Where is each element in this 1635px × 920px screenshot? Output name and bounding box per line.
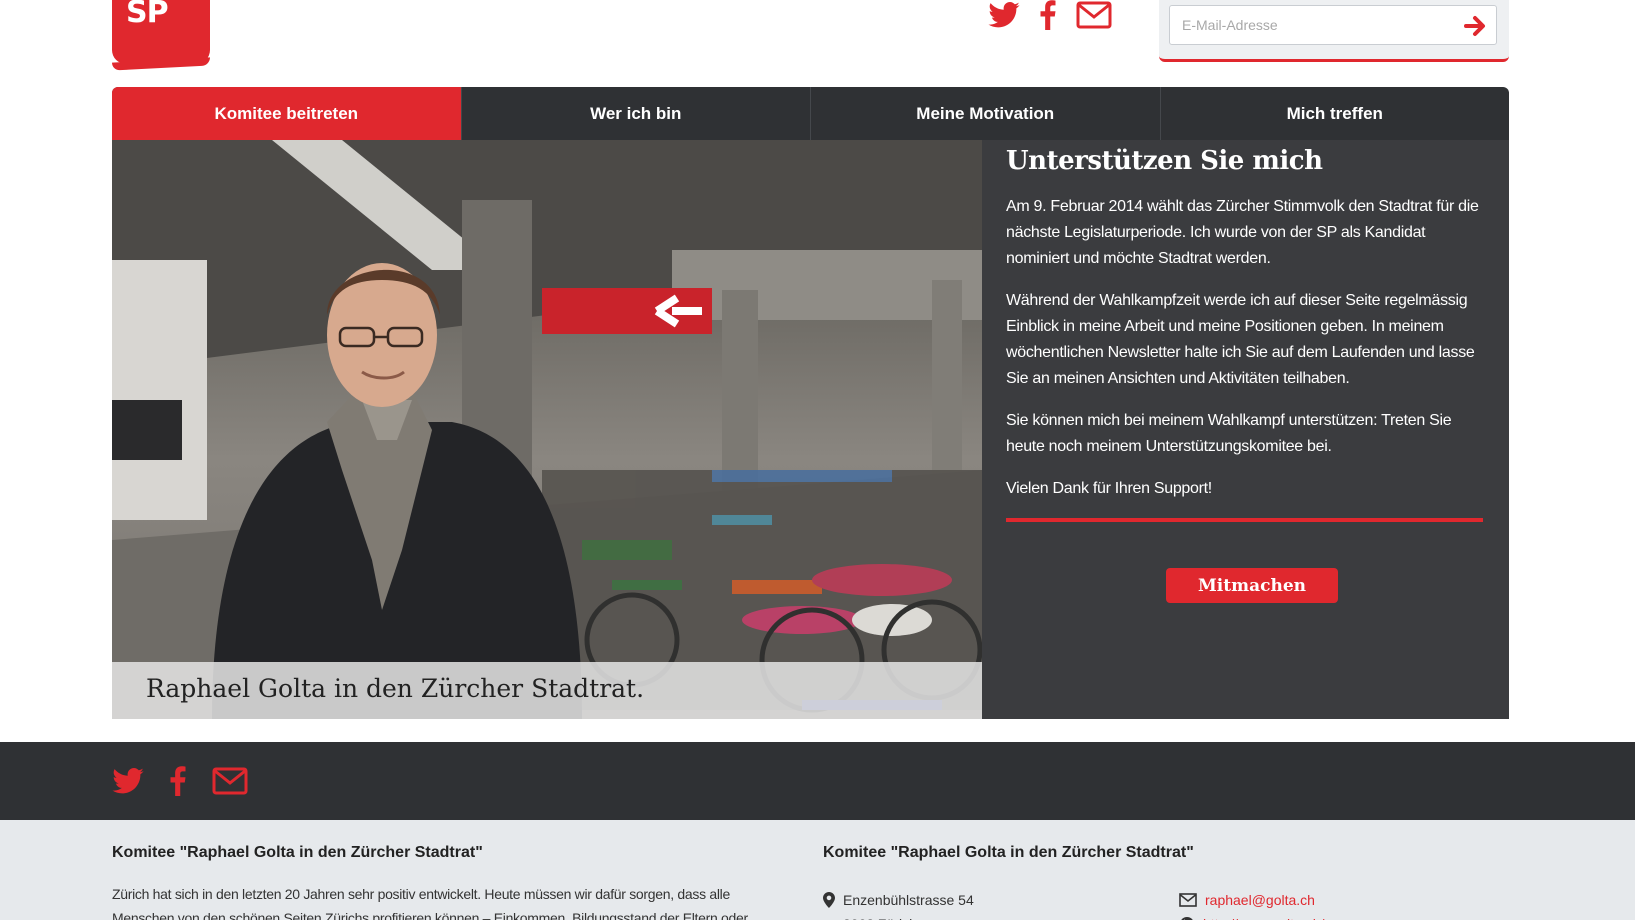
footer-about-title: Komitee "Raphael Golta in den Zürcher St… <box>112 844 483 861</box>
newsletter-email-input[interactable] <box>1170 6 1460 44</box>
contact-block: raphael@golta.ch http://www.golta.ch/ <box>1179 888 1324 920</box>
panel-paragraph-3: Sie können mich bei meinem Wahlkampf unt… <box>1006 412 1452 455</box>
panel-paragraph-1: Am 9. Februar 2014 wählt das Zürcher Sti… <box>1006 198 1479 267</box>
address-city-row: 8008 Zürich <box>823 912 974 920</box>
panel-paragraph-4: Vielen Dank für Ihren Support! <box>1006 480 1212 497</box>
footer-about-column: Komitee "Raphael Golta in den Zürcher St… <box>112 844 792 920</box>
footer-about-text: Zürich hat sich in den letzten 20 Jahren… <box>112 886 748 920</box>
nav-item-wer-ich-bin[interactable]: Wer ich bin <box>460 87 811 140</box>
arrow-right-icon[interactable] <box>1462 13 1488 39</box>
candidate-photo: Raphael Golta in den Zürcher Stadtrat. <box>112 140 982 719</box>
header-social-links <box>988 0 1112 30</box>
support-panel: Unterstützen Sie mich Am 9. Februar 2014… <box>982 140 1509 719</box>
nav-item-treffen[interactable]: Mich treffen <box>1159 87 1510 140</box>
panel-divider <box>1006 518 1483 522</box>
contact-email-link[interactable]: raphael@golta.ch <box>1205 888 1315 912</box>
footer-social-bar <box>0 742 1635 820</box>
envelope-icon <box>1179 893 1197 907</box>
logo-text: SP <box>126 0 169 30</box>
footer-social-links <box>112 766 248 796</box>
globe-icon <box>1179 916 1195 920</box>
panel-title: Unterstützen Sie mich <box>1006 146 1323 176</box>
facebook-icon[interactable] <box>1040 0 1056 30</box>
contact-web-row: http://www.golta.ch/ <box>1179 912 1324 920</box>
panel-paragraph-2: Während der Wahlkampfzeit werde ich auf … <box>1006 292 1475 387</box>
newsletter-field-wrapper <box>1169 5 1497 45</box>
map-pin-icon <box>823 892 835 908</box>
address-street: Enzenbühlstrasse 54 <box>843 892 974 908</box>
mail-icon[interactable] <box>212 767 248 795</box>
hero-caption: Raphael Golta in den Zürcher Stadtrat. <box>146 674 645 703</box>
newsletter-signup <box>1159 0 1509 62</box>
mail-icon[interactable] <box>1076 1 1112 29</box>
hero-section: Raphael Golta in den Zürcher Stadtrat. U… <box>112 140 1509 719</box>
nav-item-komitee[interactable]: Komitee beitreten <box>112 87 461 140</box>
mitmachen-button[interactable]: Mitmachen <box>1166 568 1338 603</box>
sp-logo[interactable]: SP <box>112 0 210 64</box>
address-street-row: Enzenbühlstrasse 54 <box>823 888 974 912</box>
contact-web-link[interactable]: http://www.golta.ch/ <box>1203 912 1324 920</box>
footer-contact-title: Komitee "Raphael Golta in den Zürcher St… <box>823 844 1194 861</box>
photo-caption-bar: Raphael Golta in den Zürcher Stadtrat. <box>112 662 982 719</box>
footer-info: Komitee "Raphael Golta in den Zürcher St… <box>0 820 1635 920</box>
facebook-icon[interactable] <box>170 766 186 796</box>
contact-email-row: raphael@golta.ch <box>1179 888 1324 912</box>
nav-item-motivation[interactable]: Meine Motivation <box>810 87 1160 140</box>
twitter-icon[interactable] <box>112 768 144 794</box>
footer-contact-column: Komitee "Raphael Golta in den Zürcher St… <box>823 844 1523 920</box>
main-nav: Komitee beitreten Wer ich bin Meine Moti… <box>112 87 1509 140</box>
photo-illustration <box>112 140 982 719</box>
address-city: 8008 Zürich <box>843 912 917 920</box>
twitter-icon[interactable] <box>988 2 1020 28</box>
site-header: SP <box>0 0 1635 86</box>
address-block: Enzenbühlstrasse 54 8008 Zürich <box>823 888 974 920</box>
